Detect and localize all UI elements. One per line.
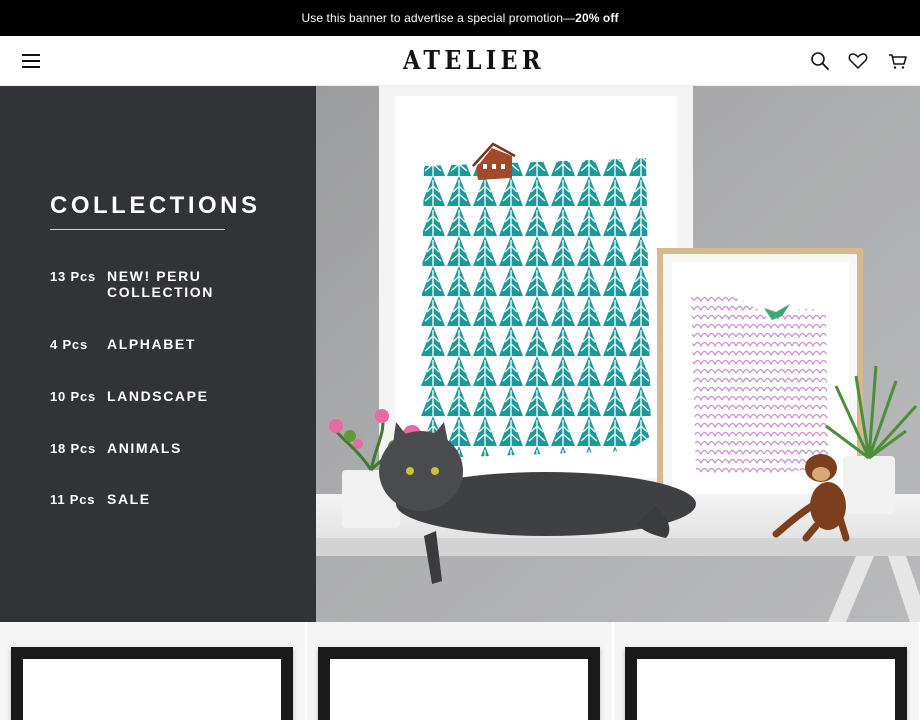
framed-print bbox=[625, 647, 907, 720]
framed-print bbox=[11, 647, 293, 720]
collections-panel: COLLECTIONS 13 Pcs NEW! PERU COLLECTION … bbox=[0, 86, 316, 622]
promo-text: Use this banner to advertise a special p… bbox=[301, 11, 576, 25]
collection-count: 18 Pcs bbox=[50, 441, 97, 456]
collection-name: ANIMALS bbox=[107, 440, 182, 456]
collection-count: 13 Pcs bbox=[50, 269, 97, 284]
collection-count: 4 Pcs bbox=[50, 337, 88, 352]
collection-count: 10 Pcs bbox=[50, 389, 97, 404]
collection-count: 11 Pcs bbox=[50, 492, 96, 507]
collection-item-landscape[interactable]: 10 Pcs LANDSCAPE bbox=[50, 388, 280, 406]
product-grid bbox=[0, 622, 920, 720]
site-header: ATELIER bbox=[0, 36, 920, 86]
collection-item-sale[interactable]: 11 Pcs SALE bbox=[50, 491, 280, 509]
product-card[interactable] bbox=[0, 622, 305, 720]
collection-name: NEW! PERU COLLECTION bbox=[107, 268, 214, 300]
cart-icon[interactable] bbox=[887, 50, 909, 72]
collections-divider bbox=[50, 229, 225, 230]
collection-item-animals[interactable]: 18 Pcs ANIMALS bbox=[50, 440, 280, 458]
promo-highlight: 20% off bbox=[575, 11, 619, 25]
hamburger-menu-icon[interactable] bbox=[20, 50, 42, 72]
hero-image[interactable] bbox=[316, 86, 920, 622]
product-card[interactable] bbox=[614, 622, 919, 720]
product-card[interactable] bbox=[307, 622, 612, 720]
search-icon[interactable] bbox=[809, 50, 831, 72]
collection-name: LANDSCAPE bbox=[107, 388, 209, 404]
framed-print bbox=[318, 647, 600, 720]
collection-name: ALPHABET bbox=[107, 336, 197, 352]
collections-heading: COLLECTIONS bbox=[50, 192, 261, 219]
collection-item-alphabet[interactable]: 4 Pcs ALPHABET bbox=[50, 336, 280, 354]
site-logo[interactable]: ATELIER bbox=[403, 46, 545, 76]
collection-item-peru[interactable]: 13 Pcs NEW! PERU COLLECTION bbox=[50, 268, 280, 302]
collection-name: SALE bbox=[107, 491, 151, 507]
promo-banner[interactable]: Use this banner to advertise a special p… bbox=[0, 0, 920, 36]
heart-icon[interactable] bbox=[847, 50, 869, 72]
